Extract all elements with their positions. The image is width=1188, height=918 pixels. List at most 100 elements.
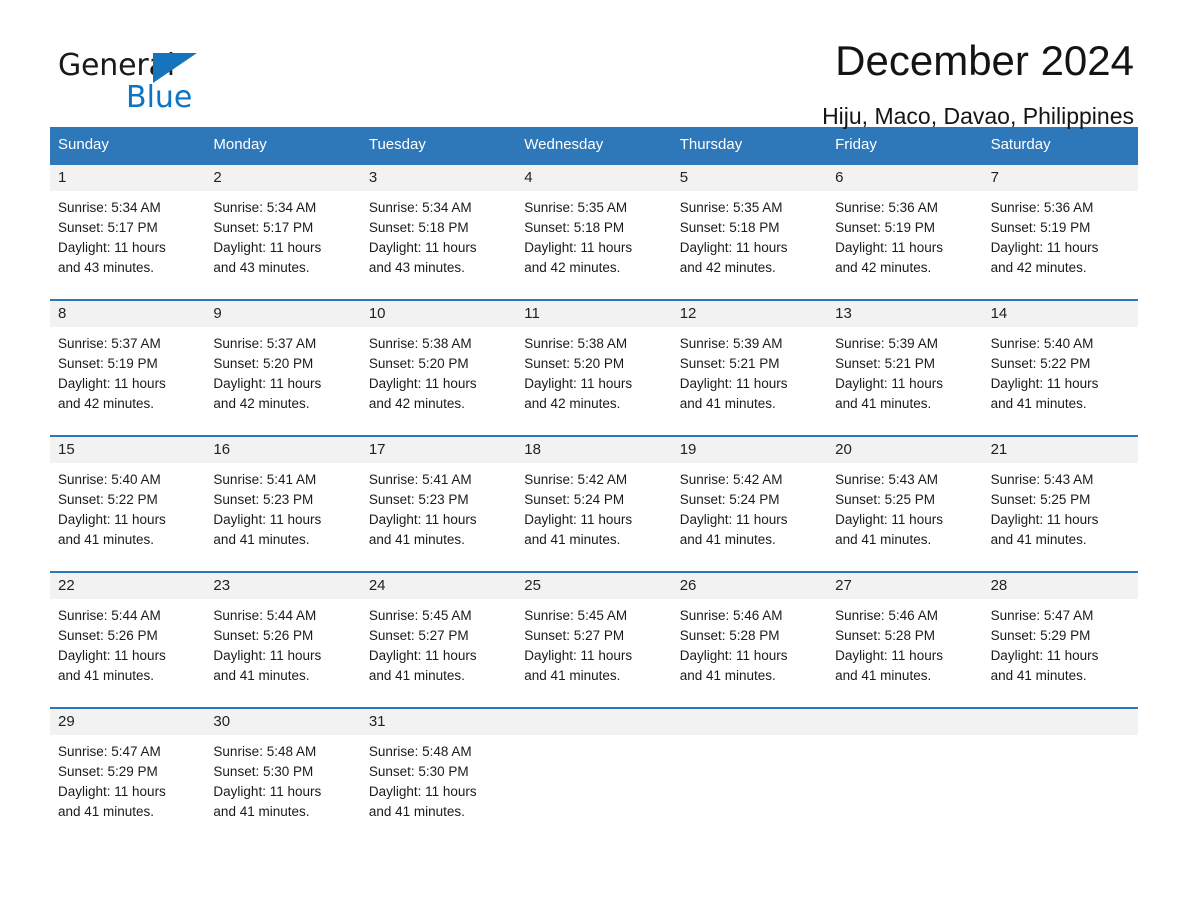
day-details: Sunrise: 5:47 AM Sunset: 5:29 PM Daylight:… bbox=[50, 735, 206, 822]
daynum-band: 6 bbox=[827, 165, 983, 191]
sunrise-line: Sunrise: 5:44 AM bbox=[58, 608, 161, 623]
day-cell[interactable]: 26 Sunrise: 5:46 AM Sunset: 5:28 PM Dayligh… bbox=[671, 573, 828, 707]
sunrise-line: Sunrise: 5:47 AM bbox=[58, 744, 161, 759]
day-cell[interactable]: 30 Sunrise: 5:48 AM Sunset: 5:30 PM Dayligh… bbox=[205, 709, 361, 839]
weekday-header-sunday: Sunday bbox=[58, 136, 109, 153]
day-number: 29 bbox=[58, 713, 75, 730]
day-number: 10 bbox=[368, 305, 386, 322]
day-details: Sunrise: 5:43 AM Sunset: 5:25 PM Daylight:… bbox=[982, 463, 1138, 550]
sunset-line: Sunset: 5:29 PM bbox=[990, 628, 1091, 643]
daylight-line-2: and 41 minutes. bbox=[990, 396, 1087, 411]
day-cell[interactable]: 3 Sunrise: 5:34 AM Sunset: 5:18 PM Daylight… bbox=[360, 165, 517, 299]
day-details: Sunrise: 5:46 AM Sunset: 5:28 PM Daylight:… bbox=[671, 599, 828, 686]
daynum-band: 15 bbox=[50, 437, 206, 463]
week-row: 15 Sunrise: 5:40 AM Sunset: 5:22 PM Dayligh… bbox=[50, 435, 1138, 571]
day-details: Sunrise: 5:34 AM Sunset: 5:17 PM Daylight:… bbox=[50, 191, 206, 278]
day-cell[interactable]: 28 Sunrise: 5:47 AM Sunset: 5:29 PM Dayligh… bbox=[982, 573, 1138, 707]
daylight-line-2: and 42 minutes. bbox=[524, 260, 621, 275]
day-cell[interactable]: 5 Sunrise: 5:35 AM Sunset: 5:18 PM Daylight… bbox=[671, 165, 828, 299]
day-cell[interactable]: 7 Sunrise: 5:36 AM Sunset: 5:19 PM Daylight… bbox=[982, 165, 1138, 299]
sunrise-line: Sunrise: 5:38 AM bbox=[524, 336, 628, 351]
day-number: 3 bbox=[368, 169, 378, 186]
weekday-header-friday: Friday bbox=[835, 136, 877, 153]
daylight-line-1: Daylight: 11 hours bbox=[835, 240, 943, 255]
daylight-line-2: and 41 minutes. bbox=[679, 396, 776, 411]
day-cell[interactable]: 9 Sunrise: 5:37 AM Sunset: 5:20 PM Daylight… bbox=[205, 301, 361, 435]
day-cell[interactable]: 17 Sunrise: 5:41 AM Sunset: 5:23 PM Dayligh… bbox=[360, 437, 517, 571]
day-details: Sunrise: 5:38 AM Sunset: 5:20 PM Daylight:… bbox=[516, 327, 672, 414]
day-details: Sunrise: 5:48 AM Sunset: 5:30 PM Daylight:… bbox=[205, 735, 361, 822]
logo-triangle-icon bbox=[153, 53, 197, 83]
day-cell[interactable]: 12 Sunrise: 5:39 AM Sunset: 5:21 PM Dayligh… bbox=[671, 301, 828, 435]
sunset-line: Sunset: 5:19 PM bbox=[990, 220, 1091, 235]
day-details bbox=[516, 735, 672, 742]
daynum-band: 8 bbox=[50, 301, 206, 327]
sunset-line: Sunset: 5:25 PM bbox=[990, 492, 1091, 507]
daylight-line-1: Daylight: 11 hours bbox=[58, 512, 166, 527]
daynum-band: 9 bbox=[205, 301, 361, 327]
daylight-line-1: Daylight: 11 hours bbox=[990, 376, 1099, 391]
sunset-line: Sunset: 5:22 PM bbox=[990, 356, 1091, 371]
day-cell[interactable]: 16 Sunrise: 5:41 AM Sunset: 5:23 PM Dayligh… bbox=[205, 437, 361, 571]
day-cell[interactable]: 6 Sunrise: 5:36 AM Sunset: 5:19 PM Daylight… bbox=[827, 165, 983, 299]
day-number: 18 bbox=[524, 441, 541, 458]
day-cell[interactable]: 2 Sunrise: 5:34 AM Sunset: 5:17 PM Daylight… bbox=[205, 165, 361, 299]
daynum-band: 25 bbox=[516, 573, 672, 599]
day-cell[interactable]: 14 Sunrise: 5:40 AM Sunset: 5:22 PM Dayligh… bbox=[982, 301, 1138, 435]
day-cell[interactable]: 13 Sunrise: 5:39 AM Sunset: 5:21 PM Dayligh… bbox=[827, 301, 983, 435]
day-details: Sunrise: 5:47 AM Sunset: 5:29 PM Daylight:… bbox=[982, 599, 1138, 686]
daynum-band: 10 bbox=[360, 301, 517, 327]
day-cell[interactable]: 31 Sunrise: 5:48 AM Sunset: 5:30 PM Dayligh… bbox=[360, 709, 517, 839]
day-cell[interactable]: 21 Sunrise: 5:43 AM Sunset: 5:25 PM Dayligh… bbox=[982, 437, 1138, 571]
day-cell[interactable]: 18 Sunrise: 5:42 AM Sunset: 5:24 PM Dayligh… bbox=[516, 437, 672, 571]
daylight-line-1: Daylight: 11 hours bbox=[213, 376, 322, 391]
logo-text-blue: Blue bbox=[126, 80, 193, 115]
calendar-page: General Blue December 2024 Hiju, Maco, D… bbox=[0, 0, 1188, 918]
daynum-band: 17 bbox=[360, 437, 517, 463]
day-details: Sunrise: 5:39 AM Sunset: 5:21 PM Daylight:… bbox=[827, 327, 983, 414]
day-cell[interactable]: 27 Sunrise: 5:46 AM Sunset: 5:28 PM Dayligh… bbox=[827, 573, 983, 707]
day-cell[interactable]: 11 Sunrise: 5:38 AM Sunset: 5:20 PM Dayligh… bbox=[516, 301, 672, 435]
sunset-line: Sunset: 5:18 PM bbox=[368, 220, 469, 235]
week-row: 1 Sunrise: 5:34 AM Sunset: 5:17 PM Daylight… bbox=[50, 163, 1138, 299]
day-cell[interactable]: 8 Sunrise: 5:37 AM Sunset: 5:19 PM Daylight… bbox=[50, 301, 206, 435]
generalblue-logo[interactable]: General Blue bbox=[50, 40, 200, 115]
day-details: Sunrise: 5:41 AM Sunset: 5:23 PM Daylight:… bbox=[360, 463, 517, 550]
day-number: 23 bbox=[213, 577, 231, 594]
daylight-line-2: and 43 minutes. bbox=[368, 260, 465, 275]
day-cell[interactable]: 10 Sunrise: 5:38 AM Sunset: 5:20 PM Dayligh… bbox=[360, 301, 517, 435]
day-cell[interactable]: 19 Sunrise: 5:42 AM Sunset: 5:24 PM Dayligh… bbox=[671, 437, 828, 571]
day-details: Sunrise: 5:34 AM Sunset: 5:18 PM Daylight:… bbox=[360, 191, 517, 278]
day-cell[interactable]: 24 Sunrise: 5:45 AM Sunset: 5:27 PM Dayligh… bbox=[360, 573, 517, 707]
daylight-line-1: Daylight: 11 hours bbox=[524, 376, 633, 391]
daynum-band: 31 bbox=[360, 709, 517, 735]
day-cell[interactable]: 22 Sunrise: 5:44 AM Sunset: 5:26 PM Dayligh… bbox=[50, 573, 206, 707]
day-cell[interactable]: 25 Sunrise: 5:45 AM Sunset: 5:27 PM Dayligh… bbox=[516, 573, 672, 707]
sunrise-line: Sunrise: 5:38 AM bbox=[368, 336, 472, 351]
day-cell[interactable]: 29 Sunrise: 5:47 AM Sunset: 5:29 PM Dayligh… bbox=[50, 709, 206, 839]
daylight-line-2: and 41 minutes. bbox=[524, 668, 621, 683]
day-cell[interactable]: 23 Sunrise: 5:44 AM Sunset: 5:26 PM Dayligh… bbox=[205, 573, 361, 707]
daylight-line-2: and 41 minutes. bbox=[990, 532, 1087, 547]
week-row: 8 Sunrise: 5:37 AM Sunset: 5:19 PM Daylight… bbox=[50, 299, 1138, 435]
day-details: Sunrise: 5:35 AM Sunset: 5:18 PM Daylight:… bbox=[671, 191, 828, 278]
daylight-line-1: Daylight: 11 hours bbox=[679, 512, 788, 527]
daylight-line-1: Daylight: 11 hours bbox=[368, 784, 477, 799]
day-cell[interactable]: 4 Sunrise: 5:35 AM Sunset: 5:18 PM Daylight… bbox=[516, 165, 672, 299]
daylight-line-2: and 41 minutes. bbox=[368, 532, 465, 547]
day-cell[interactable]: 1 Sunrise: 5:34 AM Sunset: 5:17 PM Daylight… bbox=[50, 165, 206, 299]
day-details bbox=[827, 735, 983, 742]
daylight-line-2: and 42 minutes. bbox=[58, 396, 155, 411]
sunset-line: Sunset: 5:21 PM bbox=[835, 356, 935, 371]
day-cell[interactable]: 15 Sunrise: 5:40 AM Sunset: 5:22 PM Dayligh… bbox=[50, 437, 206, 571]
sunrise-line: Sunrise: 5:43 AM bbox=[990, 472, 1094, 487]
page-title: December 2024 bbox=[835, 37, 1134, 84]
day-details: Sunrise: 5:40 AM Sunset: 5:22 PM Daylight:… bbox=[982, 327, 1138, 414]
daynum-band: 18 bbox=[516, 437, 672, 463]
day-details: Sunrise: 5:38 AM Sunset: 5:20 PM Daylight:… bbox=[360, 327, 517, 414]
weekday-header-row: Sunday Monday Tuesday Wednesday Thursday… bbox=[50, 127, 1138, 163]
daynum-band: 16 bbox=[205, 437, 361, 463]
daylight-line-1: Daylight: 11 hours bbox=[990, 648, 1099, 663]
sunset-line: Sunset: 5:19 PM bbox=[58, 356, 158, 371]
day-cell[interactable]: 20 Sunrise: 5:43 AM Sunset: 5:25 PM Dayligh… bbox=[827, 437, 983, 571]
